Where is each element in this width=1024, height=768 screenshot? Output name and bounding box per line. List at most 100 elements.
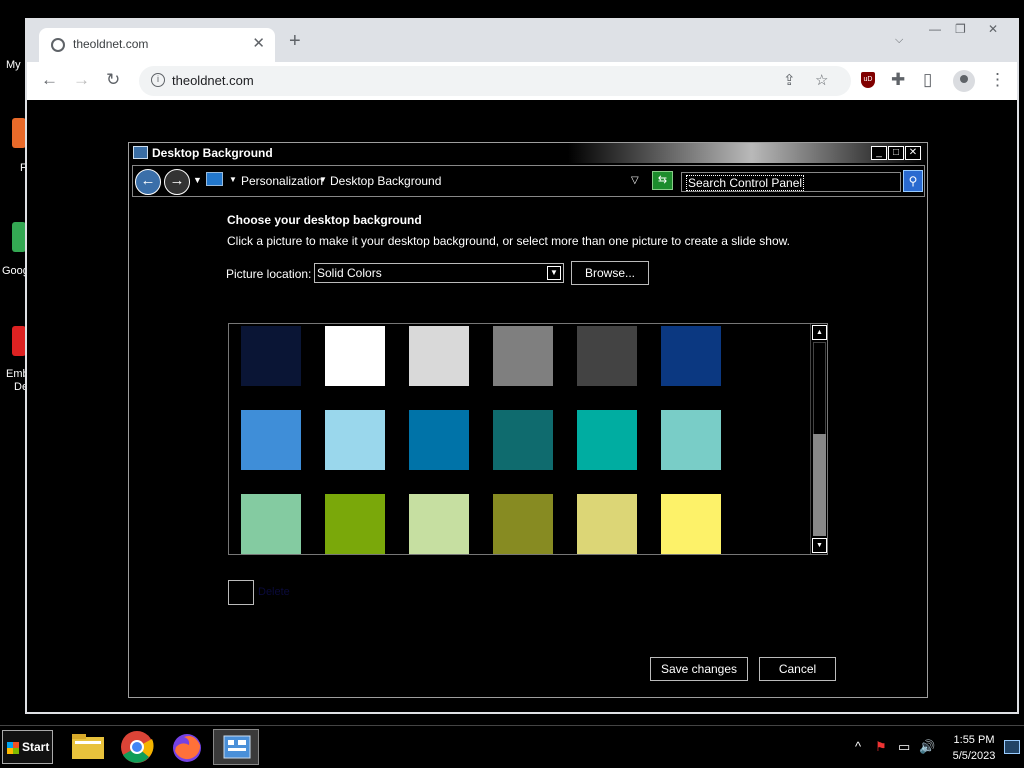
- color-swatch[interactable]: [577, 494, 637, 554]
- globe-icon: [51, 38, 65, 52]
- site-info-icon[interactable]: i: [151, 73, 165, 87]
- side-panel-icon[interactable]: ▯: [923, 70, 932, 90]
- refresh-icon[interactable]: ⇆: [652, 171, 673, 190]
- history-dropdown-icon[interactable]: ▼: [193, 175, 202, 185]
- chrome-shortcut-icon[interactable]: [12, 222, 26, 252]
- forward-button[interactable]: →: [73, 70, 90, 90]
- search-placeholder[interactable]: Search Control Panel: [686, 175, 805, 191]
- file-explorer-taskbar-button[interactable]: [65, 729, 111, 765]
- chevron-down-icon[interactable]: ▼: [319, 175, 327, 184]
- control-panel-taskbar-button[interactable]: [213, 729, 259, 765]
- firefox-taskbar-button[interactable]: [164, 729, 210, 765]
- picture-location-select[interactable]: Solid Colors ▼: [314, 263, 564, 283]
- tab-title: theoldnet.com: [73, 37, 149, 51]
- dialog-title: Desktop Background: [152, 146, 273, 160]
- color-swatch[interactable]: [577, 410, 637, 470]
- picture-location-value[interactable]: Solid Colors: [317, 266, 382, 280]
- tab-strip: theoldnet.com ✕ + ⌵ — ❐ ✕: [27, 20, 1017, 62]
- chevron-down-icon[interactable]: ▼: [547, 266, 561, 280]
- scroll-down-icon[interactable]: ▼: [812, 538, 827, 553]
- chrome-icon: [121, 731, 154, 763]
- taskbar: Start ^ ⚑ ▭ 🔊 1:55 PM 5/5/2023: [0, 725, 1024, 768]
- url-text[interactable]: theoldnet.com: [172, 73, 254, 88]
- ublock-extension-icon[interactable]: uD: [861, 72, 875, 88]
- extensions-puzzle-icon[interactable]: ✚: [891, 70, 905, 90]
- breadcrumb-desktop-background[interactable]: Desktop Background: [330, 174, 441, 188]
- back-button[interactable]: ←: [41, 70, 58, 90]
- color-swatch[interactable]: [493, 410, 553, 470]
- breadcrumb-personalization[interactable]: Personalization: [241, 174, 323, 188]
- control-panel-icon: [223, 735, 251, 759]
- minimize-window-button[interactable]: —: [929, 22, 941, 36]
- browse-button[interactable]: Browse...: [571, 261, 649, 285]
- bookmark-star-icon[interactable]: ☆: [815, 71, 828, 89]
- color-swatch[interactable]: [241, 494, 301, 554]
- folder-icon: [72, 734, 104, 759]
- back-arrow-icon[interactable]: ←: [135, 169, 161, 195]
- color-swatch[interactable]: [661, 410, 721, 470]
- search-control-panel-input[interactable]: Search Control Panel: [681, 172, 901, 192]
- forward-arrow-icon[interactable]: →: [164, 169, 190, 195]
- cancel-button[interactable]: Cancel: [759, 657, 836, 681]
- dialog-close-button[interactable]: ✕: [905, 146, 921, 160]
- color-swatch[interactable]: [409, 326, 469, 386]
- share-icon[interactable]: ⇪: [783, 71, 796, 89]
- color-swatch[interactable]: [577, 326, 637, 386]
- color-swatch[interactable]: [325, 326, 385, 386]
- tab-search-icon[interactable]: ⌵: [895, 34, 903, 47]
- color-swatch[interactable]: [325, 494, 385, 554]
- color-swatch-grid: ▲ ▼: [228, 323, 828, 555]
- clock-date: 5/5/2023: [952, 750, 996, 762]
- desktop-screen: { "desktop": { "icon_labels": ["My", "F"…: [0, 0, 1024, 768]
- color-swatch[interactable]: [325, 410, 385, 470]
- instructions-text: Click a picture to make it your desktop …: [227, 234, 790, 248]
- app-shortcut-icon[interactable]: [12, 326, 26, 356]
- color-swatch[interactable]: [409, 494, 469, 554]
- slideshow-label[interactable]: Delete: [258, 586, 290, 598]
- volume-icon[interactable]: 🔊: [919, 739, 935, 755]
- profile-avatar-icon[interactable]: [953, 70, 975, 92]
- vertical-scrollbar[interactable]: ▲ ▼: [810, 324, 827, 554]
- slideshow-checkbox[interactable]: [228, 580, 254, 605]
- close-window-button[interactable]: ✕: [988, 22, 998, 36]
- save-changes-button[interactable]: Save changes: [650, 657, 748, 681]
- scroll-up-icon[interactable]: ▲: [812, 325, 827, 340]
- color-swatch[interactable]: [241, 410, 301, 470]
- reload-button[interactable]: ↻: [106, 70, 120, 90]
- chrome-taskbar-button[interactable]: [114, 729, 160, 765]
- windows-flag-icon: [7, 742, 19, 754]
- dialog-maximize-button[interactable]: □: [888, 146, 904, 160]
- control-panel-icon: [206, 172, 223, 186]
- desktop-background-window: Desktop Background _ □ ✕ ← → ▼ ▼ Persona…: [128, 142, 928, 698]
- desktop-icon-label[interactable]: My: [6, 59, 21, 71]
- color-swatch[interactable]: [493, 494, 553, 554]
- new-tab-button[interactable]: +: [289, 30, 301, 53]
- start-button[interactable]: Start: [2, 730, 53, 764]
- browser-tab[interactable]: theoldnet.com ✕: [39, 28, 275, 62]
- color-swatch[interactable]: [661, 326, 721, 386]
- address-dropdown-icon[interactable]: ▽: [631, 175, 639, 186]
- picture-location-label: Picture location:: [226, 267, 312, 281]
- close-tab-icon[interactable]: ✕: [252, 34, 265, 52]
- chevron-down-icon[interactable]: ▼: [229, 175, 237, 184]
- desktop-app-icon[interactable]: [12, 118, 26, 148]
- system-clock[interactable]: 1:55 PM 5/5/2023: [944, 732, 1004, 764]
- scroll-thumb[interactable]: [813, 434, 826, 536]
- restore-window-button[interactable]: ❐: [955, 22, 966, 36]
- color-swatch[interactable]: [409, 410, 469, 470]
- explorer-address-bar: ← → ▼ ▼ Personalization ▼ Desktop Backgr…: [132, 165, 925, 197]
- color-swatch[interactable]: [661, 494, 721, 554]
- search-icon[interactable]: ⚲: [903, 170, 923, 192]
- address-bar[interactable]: i theoldnet.com ⇪ ☆: [139, 66, 851, 96]
- show-desktop-icon[interactable]: [1004, 740, 1020, 754]
- browser-menu-icon[interactable]: ⋮: [989, 70, 1006, 90]
- start-label: Start: [22, 740, 50, 754]
- color-swatch[interactable]: [493, 326, 553, 386]
- network-icon[interactable]: ▭: [898, 739, 910, 755]
- show-hidden-icons-icon[interactable]: ^: [855, 739, 861, 754]
- browser-toolbar: ← → ↻ i theoldnet.com ⇪ ☆ uD ✚ ▯ ⋮: [27, 62, 1017, 100]
- action-center-flag-icon[interactable]: ⚑: [875, 739, 887, 755]
- firefox-icon: [173, 734, 201, 762]
- dialog-title-bar[interactable]: Desktop Background _ □ ✕: [129, 143, 927, 163]
- dialog-minimize-button[interactable]: _: [871, 146, 887, 160]
